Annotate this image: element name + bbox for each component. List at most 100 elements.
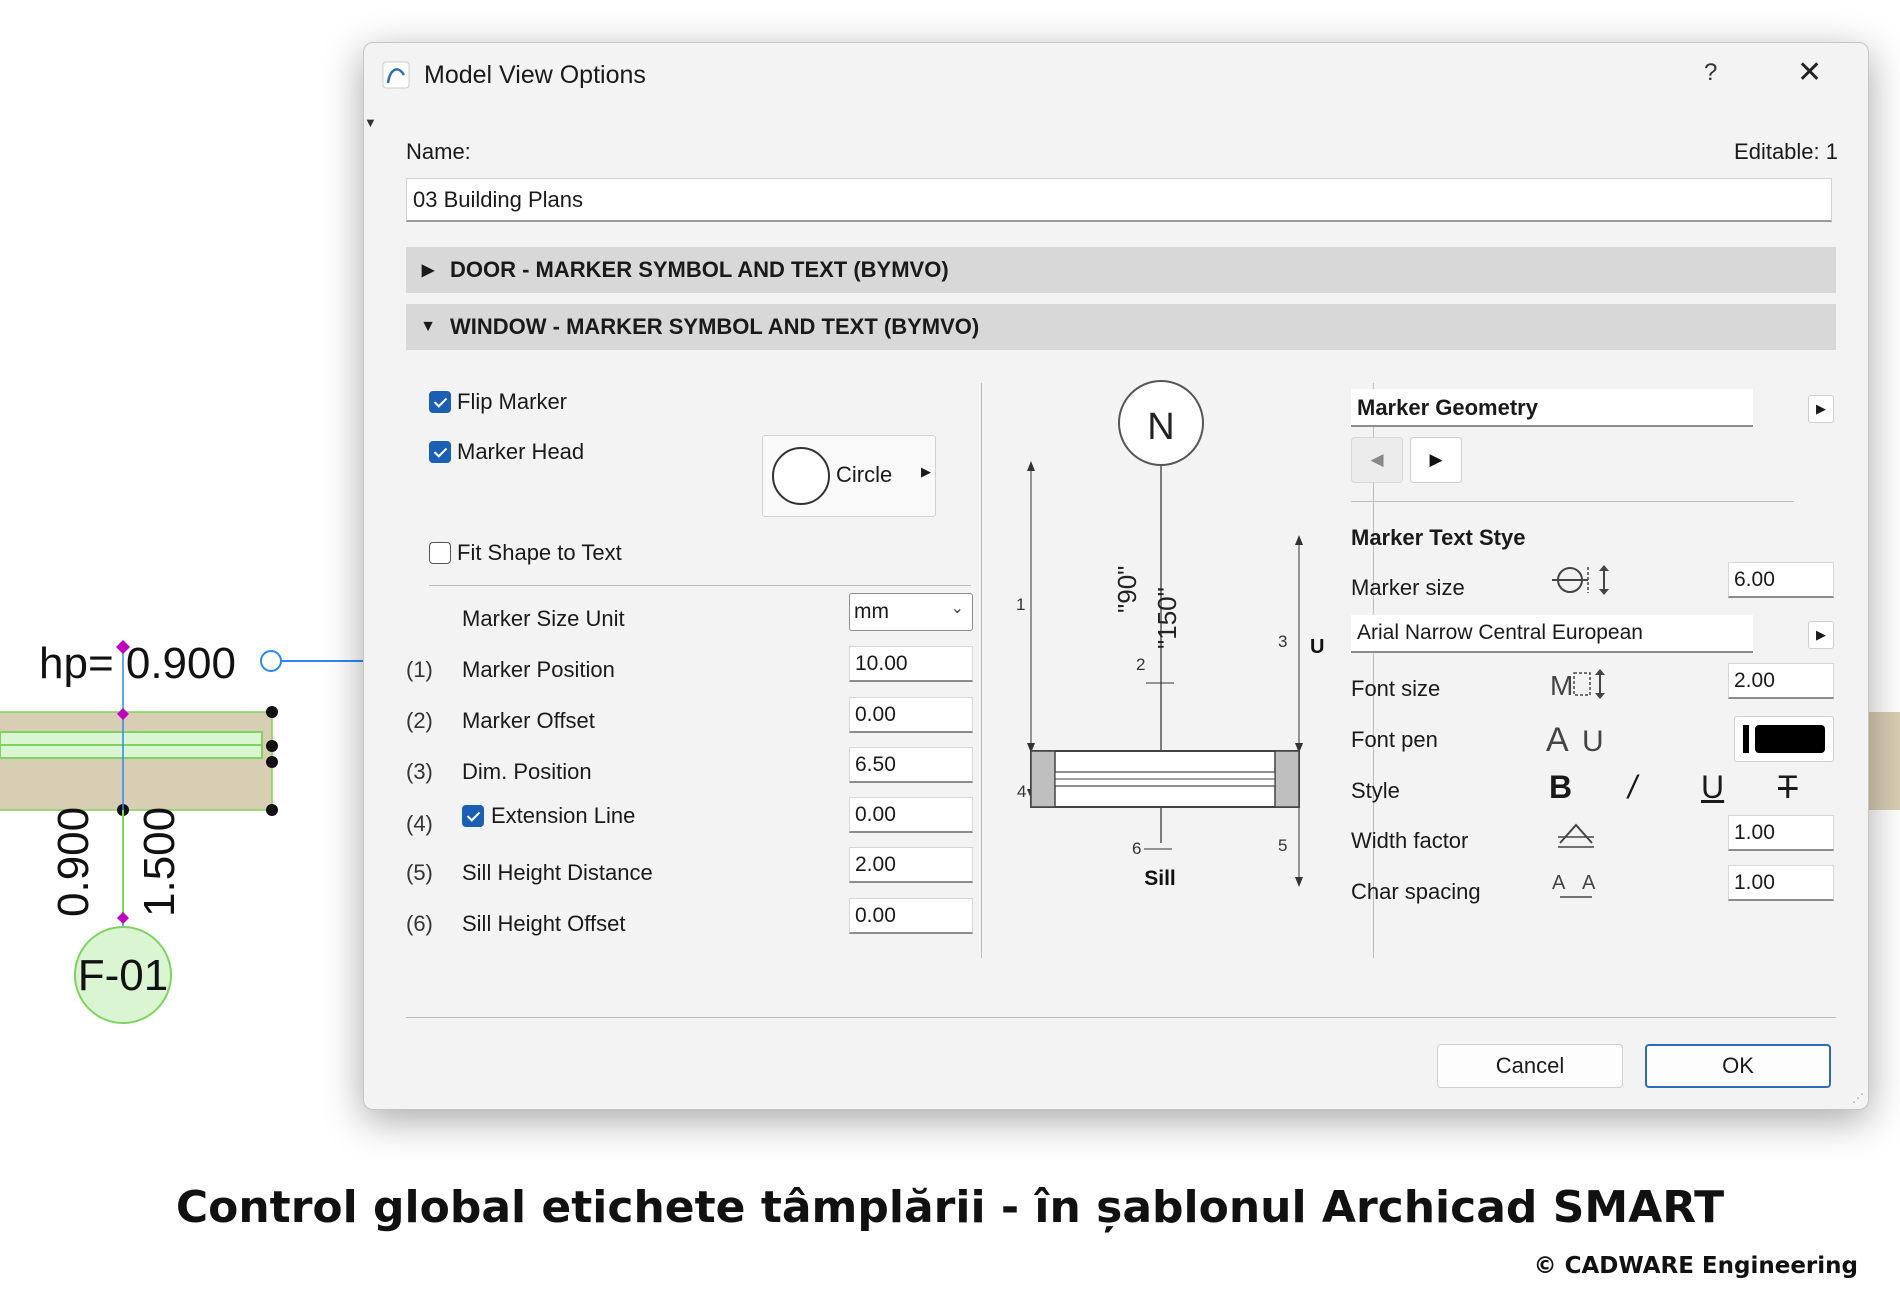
flip-marker-label: Flip Marker — [457, 389, 568, 414]
svg-text:A: A — [1582, 872, 1596, 894]
param-number: (1) — [406, 657, 433, 682]
extension-line-checkbox[interactable] — [462, 805, 484, 827]
section-window-marker[interactable]: ▼ WINDOW - MARKER SYMBOL AND TEXT (BYMVO… — [406, 304, 1836, 350]
italic-icon[interactable]: / — [1628, 769, 1637, 806]
svg-text:A: A — [1552, 872, 1566, 894]
underline-icon[interactable]: U — [1701, 769, 1724, 806]
char-spacing-input[interactable]: 1.00 — [1728, 865, 1834, 901]
next-page-button[interactable]: ▶ — [1410, 437, 1462, 483]
handle-dot[interactable] — [266, 706, 278, 718]
copyright: © CADWARE Engineering — [1533, 1253, 1858, 1279]
bold-icon[interactable]: B — [1549, 769, 1572, 806]
separator — [406, 1017, 1836, 1018]
marker-head-checkbox[interactable] — [429, 441, 451, 463]
sill-height-distance-label: Sill Height Distance — [462, 860, 653, 885]
extension-line-input[interactable]: 0.00 — [849, 797, 973, 833]
separator — [981, 383, 982, 958]
marker-size-icon — [1552, 565, 1609, 595]
collapse-triangle-icon[interactable]: ▼ — [364, 115, 377, 130]
font-pen-icon: A U — [1546, 721, 1604, 757]
marker-text-style-title: Marker Text Stye — [1351, 525, 1526, 550]
preview-n4: 4 — [1017, 782, 1026, 801]
editable-label: Editable: 1 — [1734, 139, 1838, 164]
handle-dot[interactable] — [266, 740, 278, 752]
submenu-arrow-icon: ▶ — [921, 464, 931, 479]
archicad-app-icon — [382, 61, 410, 89]
width-factor-input[interactable]: 1.00 — [1728, 815, 1834, 851]
marker-position-input[interactable]: 10.00 — [849, 646, 973, 682]
resize-grip-icon[interactable]: ⋰ — [1852, 1091, 1864, 1105]
width-factor-icon — [1558, 823, 1594, 848]
ok-button[interactable]: OK — [1645, 1044, 1831, 1088]
preview-dim-a: "90" — [1112, 566, 1142, 613]
param-number: (3) — [406, 759, 433, 784]
chevron-down-icon: ▼ — [420, 318, 436, 335]
marker-offset-input[interactable]: 0.00 — [849, 697, 973, 733]
font-size-input[interactable]: 2.00 — [1728, 663, 1834, 699]
char-spacing-label: Char spacing — [1351, 879, 1481, 904]
cancel-button[interactable]: Cancel — [1437, 1044, 1623, 1088]
sill-height-distance-input[interactable]: 2.00 — [849, 847, 973, 883]
tag-label: F-01 — [78, 951, 168, 1000]
close-button[interactable]: ✕ — [1797, 55, 1822, 90]
sill-height-offset-input[interactable]: 0.00 — [849, 898, 973, 934]
param-number: (2) — [406, 708, 433, 733]
svg-text:M: M — [1550, 670, 1573, 701]
fit-shape-checkbox[interactable] — [429, 542, 451, 564]
font-name: Arial Narrow Central European — [1357, 621, 1643, 644]
dim-label-2: 1.500 — [135, 807, 184, 917]
preview-n6: 6 — [1132, 839, 1141, 858]
handle-dot[interactable] — [266, 756, 278, 768]
wall-right — [1868, 712, 1900, 810]
name-label: Name: — [406, 139, 471, 164]
param-number: (5) — [406, 860, 433, 885]
submenu-arrow-icon[interactable]: ▶ — [1808, 621, 1834, 649]
caption: Control global etichete tâmplării - în ș… — [175, 1182, 1725, 1233]
marker-head-label: Marker Head — [457, 439, 585, 464]
marker-size-unit-label: Marker Size Unit — [462, 606, 625, 631]
marker-position-label: Marker Position — [462, 657, 615, 682]
marker-shape-picker[interactable]: Circle ▶ — [762, 435, 936, 517]
titlebar: Model View Options ? ✕ — [364, 43, 1868, 107]
prev-page-button[interactable]: ◀ — [1351, 437, 1403, 483]
section-door-label: DOOR - MARKER SYMBOL AND TEXT (BYMVO) — [450, 257, 949, 282]
font-pen-swatch[interactable] — [1734, 716, 1834, 762]
font-select[interactable]: Arial Narrow Central European — [1351, 615, 1753, 653]
dim-position-label: Dim. Position — [462, 759, 592, 784]
hotspot[interactable] — [117, 912, 129, 924]
submenu-arrow-icon[interactable]: ▶ — [1808, 395, 1834, 423]
strikethrough-icon[interactable]: T — [1778, 769, 1798, 806]
preview-n5: 5 — [1278, 836, 1287, 855]
sill-height-offset-label: Sill Height Offset — [462, 911, 626, 936]
separator — [429, 585, 971, 586]
chevron-down-icon: ⌄ — [950, 600, 964, 617]
dialog-title: Model View Options — [424, 61, 646, 89]
style-label: Style — [1351, 778, 1400, 803]
marker-size-input[interactable]: 6.00 — [1728, 562, 1834, 598]
fit-shape-label: Fit Shape to Text — [457, 540, 622, 565]
separator — [1351, 501, 1794, 502]
svg-text:A: A — [1546, 721, 1569, 757]
model-view-options-dialog: Model View Options ? ✕ ▼ Name: Editable:… — [363, 42, 1869, 1110]
help-button[interactable]: ? — [1704, 59, 1717, 87]
handle-dot[interactable] — [266, 804, 278, 816]
marker-offset-label: Marker Offset — [462, 708, 595, 733]
marker-geometry-title: Marker Geometry — [1357, 395, 1538, 420]
marker-size-unit-select[interactable]: mm ⌄ — [849, 593, 973, 631]
preview-marker-letter: N — [1147, 406, 1174, 448]
name-input[interactable]: 03 Building Plans — [406, 178, 1832, 222]
preview-dim-b: "150" — [1152, 587, 1182, 649]
dim-label-1: 0.900 — [49, 807, 98, 917]
dim-position-input[interactable]: 6.50 — [849, 747, 973, 783]
flip-marker-checkbox[interactable] — [429, 391, 451, 413]
chevron-right-icon: ▶ — [421, 262, 435, 279]
circle-shape-icon — [772, 447, 830, 505]
marker-preview-diagram: N "90" "150" 2 1 3 U 4 6 5 Sill — [1016, 380, 1324, 890]
reference-circle[interactable] — [260, 650, 282, 672]
preview-u-label: U — [1310, 636, 1324, 658]
preview-n2: 2 — [1136, 655, 1145, 674]
char-spacing-icon: A A — [1552, 872, 1596, 898]
font-size-icon: M — [1550, 669, 1605, 701]
section-door-marker[interactable]: ▶ DOOR - MARKER SYMBOL AND TEXT (BYMVO) — [406, 247, 1836, 293]
preview-n1: 1 — [1016, 595, 1025, 614]
